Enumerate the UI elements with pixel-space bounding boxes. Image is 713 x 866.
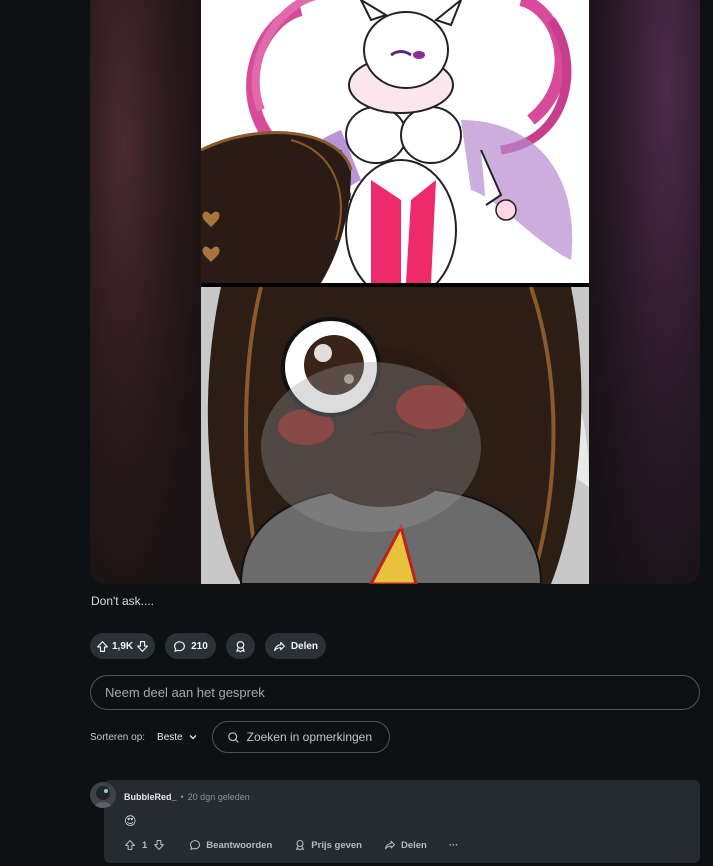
comment-icon bbox=[174, 640, 186, 652]
share-icon bbox=[384, 840, 396, 850]
award-button[interactable] bbox=[225, 633, 255, 659]
comic-image bbox=[201, 0, 589, 584]
reply-label: Beantwoorden bbox=[206, 839, 273, 851]
comment-count: 210 bbox=[191, 640, 208, 652]
award-button[interactable]: Prijs geven bbox=[294, 839, 362, 851]
comment-share-button[interactable]: Delen bbox=[384, 839, 427, 851]
comment-share-label: Delen bbox=[400, 839, 427, 851]
avatar[interactable] bbox=[90, 782, 116, 808]
join-placeholder: Neem deel aan het gesprek bbox=[105, 685, 265, 700]
comment-icon bbox=[190, 840, 201, 851]
search-icon bbox=[227, 731, 239, 743]
award-icon bbox=[236, 640, 245, 652]
more-icon: ··· bbox=[448, 839, 459, 851]
reply-button[interactable]: Beantwoorden bbox=[189, 839, 272, 851]
comment-vote-count: 1 bbox=[142, 839, 148, 851]
comment-timestamp: 20 dgn geleden bbox=[187, 792, 250, 802]
share-button[interactable]: Delen bbox=[264, 633, 327, 659]
upvote-icon[interactable] bbox=[96, 640, 109, 653]
downvote-icon[interactable] bbox=[153, 839, 165, 851]
more-options-button[interactable]: ··· bbox=[449, 840, 459, 851]
comment-vote-control: 1 bbox=[124, 839, 165, 851]
post-caption: Don't ask.... bbox=[91, 594, 154, 608]
post-media[interactable] bbox=[90, 0, 700, 584]
comment-actions: 1 Beantwoorden Prijs geven Delen ··· bbox=[124, 839, 480, 851]
sort-dropdown[interactable]: Beste bbox=[157, 732, 198, 743]
chevron-down-icon bbox=[189, 735, 197, 740]
comment-separator: • bbox=[180, 792, 184, 802]
comic-panel-bottom bbox=[201, 287, 589, 584]
comic-panel-top bbox=[201, 0, 589, 283]
comment-username[interactable]: BubbleRed_ bbox=[124, 792, 177, 802]
comments-button[interactable]: 210 bbox=[165, 633, 216, 659]
downvote-icon[interactable] bbox=[136, 640, 149, 653]
comment-search-input[interactable]: Zoeken in opmerkingen bbox=[211, 721, 390, 753]
comment-header: BubbleRed_ • 20 dgn geleden bbox=[124, 792, 250, 802]
award-icon bbox=[296, 839, 305, 851]
post-action-bar: 1,9K 210 Delen bbox=[90, 633, 327, 659]
join-conversation-input[interactable]: Neem deel aan het gesprek bbox=[90, 675, 700, 710]
upvote-icon[interactable] bbox=[124, 839, 136, 851]
sort-label: Sorteren op: bbox=[90, 731, 146, 743]
award-label: Prijs geven bbox=[311, 839, 362, 851]
media-blur-left bbox=[90, 0, 201, 584]
search-placeholder: Zoeken in opmerkingen bbox=[246, 730, 373, 744]
vote-control: 1,9K bbox=[90, 633, 156, 659]
media-blur-right bbox=[589, 0, 700, 584]
share-icon bbox=[273, 641, 285, 651]
sort-selected: Beste bbox=[157, 731, 183, 743]
comment-body: 😍 bbox=[124, 814, 137, 828]
sort-row: Sorteren op: Beste Zoeken in opmerkingen bbox=[90, 721, 390, 753]
share-label: Delen bbox=[290, 640, 319, 652]
vote-count: 1,9K bbox=[112, 640, 134, 652]
